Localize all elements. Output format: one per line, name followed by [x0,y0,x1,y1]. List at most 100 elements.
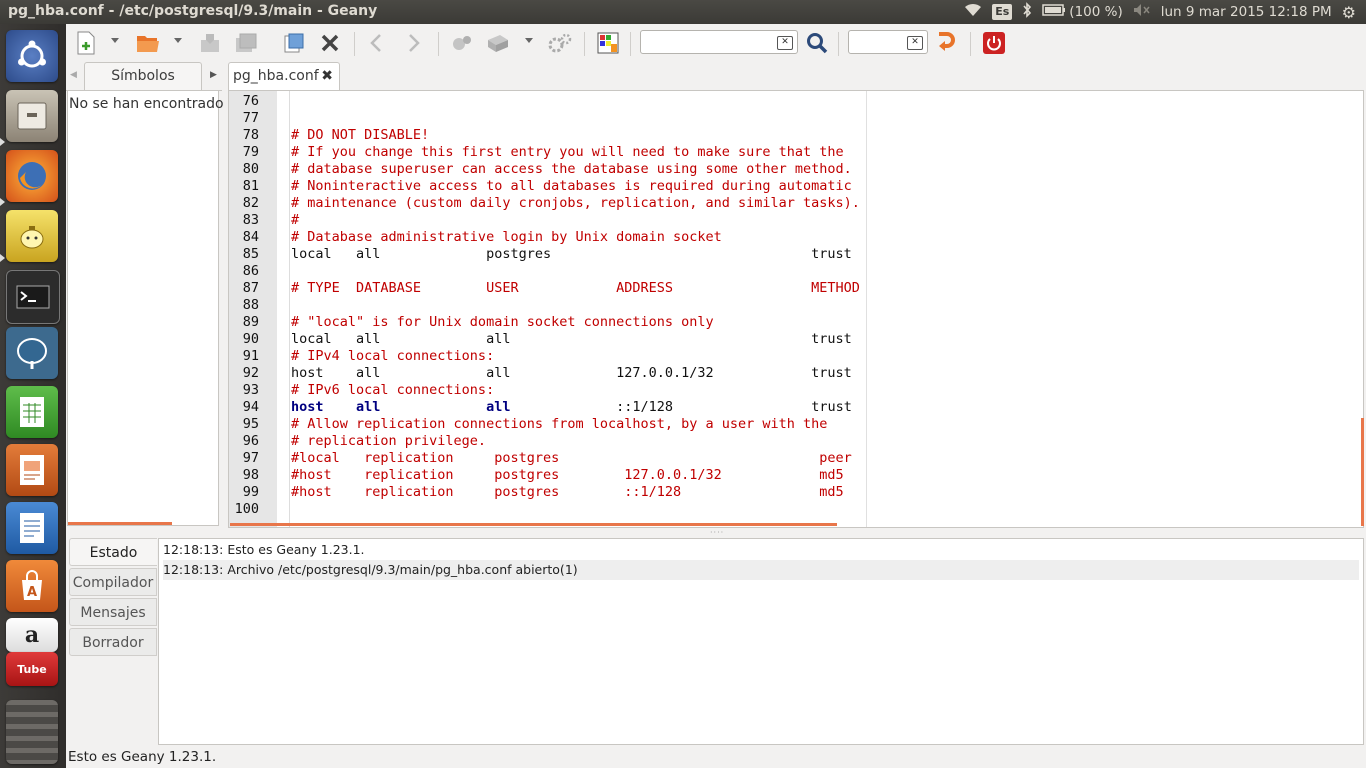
file-cabinet-icon [17,102,47,130]
spreadsheet-icon [20,397,44,427]
elephant-icon [17,338,47,369]
code-line: # DO NOT DISABLE! [291,127,430,143]
indicator-area: Es (100 %) lun 9 mar 2015 12:18 PM ⚙ [964,2,1356,22]
code-line: # maintenance (custom daily cronjobs, re… [291,195,860,211]
folder-icon [137,36,159,52]
execute-button[interactable] [546,29,574,57]
new-file-menu-arrow[interactable] [111,38,119,43]
code-line: #host replication postgres ::1/128 md5 [291,484,844,500]
top-panel: pg_hba.conf - /etc/postgresql/9.3/main -… [0,0,1366,24]
revert-button[interactable] [280,29,308,57]
goto-line-button[interactable] [932,29,960,57]
launcher-youtube[interactable]: Tube [6,652,58,686]
launcher-tea-app[interactable] [6,210,58,262]
line-number: 96 [242,433,259,449]
line-number: 86 [242,263,259,279]
launcher-amazon[interactable]: a [6,618,58,652]
build-icon [488,35,508,52]
close-file-button[interactable] [316,29,344,57]
symbols-empty-message: No se han encontrado [69,96,224,112]
keyboard-layout-indicator[interactable]: Es [992,4,1013,20]
line-number: 87 [242,280,259,296]
code-line: #host replication postgres 127.0.0.1/32 … [291,467,844,483]
sidebar-splitter[interactable] [221,92,226,522]
presentation-icon [20,455,44,485]
code-editor[interactable]: 76 77 78 # DO NOT DISABLE! 79 # If you change… [228,90,1364,528]
symbols-panel [67,90,219,526]
new-file-button[interactable] [72,29,100,57]
save-all-button[interactable] [232,29,260,57]
tab-compiler[interactable]: Compilador [69,568,157,596]
launcher-libreoffice-calc[interactable] [6,386,58,438]
long-line-marker [866,91,867,527]
launcher-terminal[interactable] [6,270,60,324]
volume-muted-icon[interactable] [1133,3,1151,21]
line-number: 93 [242,382,259,398]
chevron-right-icon[interactable]: ▶ [210,70,217,80]
tab-symbols[interactable]: Símbolos [84,62,202,90]
launcher-software-center[interactable]: A [6,560,58,612]
line-number: 85 [242,246,259,262]
window-title: pg_hba.conf - /etc/postgresql/9.3/main -… [8,3,378,19]
open-file-button[interactable] [134,29,162,57]
color-chooser-button[interactable] [594,29,622,57]
shopping-bag-icon: A [22,570,42,600]
clock[interactable]: lun 9 mar 2015 12:18 PM [1161,4,1332,20]
wifi-icon[interactable] [964,3,982,21]
launcher-libreoffice-impress[interactable] [6,444,58,496]
gear-icon[interactable]: ⚙ [1342,3,1356,22]
code-line: host all all ::1/128 trust [291,399,852,416]
toolbar: ✕ ✕ [66,24,1366,62]
save-button[interactable] [196,29,224,57]
line-number: 82 [242,195,259,211]
close-tab-icon[interactable]: ✖ [321,63,333,90]
toolbar-separator [354,32,355,56]
code-line: # Database administrative login by Unix … [291,229,722,245]
running-indicator [0,138,5,146]
new-file-icon [77,31,95,55]
goto-line-input[interactable]: ✕ [848,30,928,54]
navigate-forward-button[interactable] [400,29,428,57]
tab-pg-hba-conf[interactable]: pg_hba.conf ✖ [228,62,340,90]
launcher-postgresql[interactable] [6,327,58,379]
code-line: # [291,212,300,228]
line-number: 91 [242,348,259,364]
chevron-left-icon[interactable]: ◀ [70,70,77,80]
search-input[interactable]: ✕ [640,30,798,54]
code-line: host all all 127.0.0.1/32 trust [291,365,852,381]
battery-indicator[interactable]: (100 %) [1042,4,1123,20]
toolbar-separator [630,32,631,56]
battery-icon [1042,4,1066,20]
launcher-firefox[interactable] [6,150,58,202]
vertical-scrollbar[interactable] [1361,418,1364,526]
splitter-grip-icon: ···· [710,528,725,537]
find-button[interactable] [803,29,831,57]
launcher-files[interactable] [6,90,58,142]
launcher-ubuntu-dash[interactable] [6,30,58,82]
toolbar-separator [584,32,585,56]
keyword-token: all [356,399,381,415]
clear-goto-line-icon[interactable]: ✕ [907,36,923,50]
build-button[interactable] [484,29,512,57]
clear-search-icon[interactable]: ✕ [777,36,793,50]
build-menu-arrow[interactable] [525,38,533,43]
launcher-libreoffice-writer[interactable] [6,502,58,554]
firefox-icon [18,162,46,190]
keyword-token: host [291,399,324,415]
navigate-back-button[interactable] [362,29,390,57]
sidebar-scrollbar[interactable] [68,522,172,525]
tab-status[interactable]: Estado [69,538,157,566]
open-file-menu-arrow[interactable] [174,38,182,43]
quit-button[interactable] [980,29,1008,57]
code-line: # If you change this first entry you wil… [291,144,844,160]
code-line: # database superuser can access the data… [291,161,852,177]
tab-messages[interactable]: Mensajes [69,598,157,626]
compile-button[interactable] [448,29,476,57]
tab-scratch[interactable]: Borrador [69,628,157,656]
launcher-workspaces[interactable] [6,700,58,764]
pane-splitter[interactable]: ···· [66,528,1366,537]
line-number: 95 [242,416,259,432]
horizontal-scrollbar[interactable] [230,523,837,526]
bluetooth-icon[interactable] [1022,2,1032,22]
